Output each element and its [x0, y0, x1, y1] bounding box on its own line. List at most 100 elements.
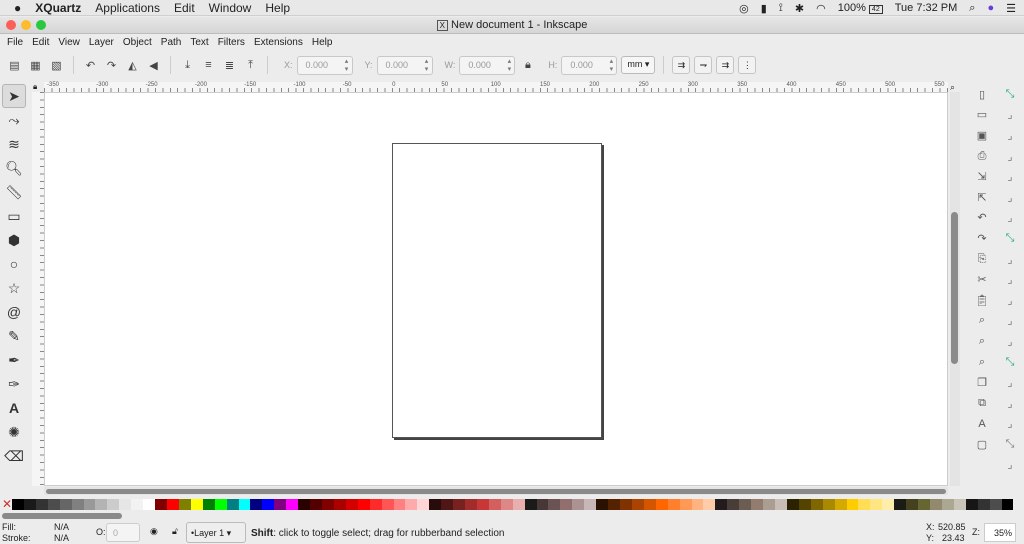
ruler-lock-icon[interactable]: 🔒︎: [33, 82, 37, 92]
scale-corners-toggle[interactable]: ⇁: [694, 56, 713, 74]
color-swatch[interactable]: [381, 499, 394, 510]
rotate-cw-icon[interactable]: ↷: [103, 57, 120, 74]
color-swatch[interactable]: [47, 499, 60, 510]
zoom-selection-icon[interactable]: ⌕: [972, 311, 992, 332]
menu-help[interactable]: Help: [312, 37, 333, 48]
menubar-help[interactable]: Help: [265, 1, 290, 15]
zoom-input[interactable]: 35%: [984, 523, 1016, 542]
save-icon[interactable]: ▣: [972, 125, 992, 146]
rotate-ccw-icon[interactable]: ↶: [82, 57, 99, 74]
redo-icon[interactable]: ↷: [972, 228, 992, 249]
color-swatch[interactable]: [620, 499, 632, 510]
color-swatch[interactable]: [572, 499, 585, 510]
color-swatch[interactable]: [238, 499, 251, 510]
w-input[interactable]: 0.000: [459, 55, 516, 75]
spray-tool-icon[interactable]: ✺: [2, 420, 26, 444]
color-swatch[interactable]: [858, 499, 871, 510]
clock[interactable]: Tue 7:32 PM: [895, 2, 958, 14]
color-swatch[interactable]: [643, 499, 656, 510]
group-icon[interactable]: ▢: [972, 434, 992, 455]
color-swatch[interactable]: [703, 499, 716, 510]
menu-layer[interactable]: Layer: [89, 37, 114, 48]
clone-icon[interactable]: ⧉: [972, 393, 992, 414]
color-swatch[interactable]: [906, 499, 919, 510]
lock-icon[interactable]: 🔒︎: [519, 57, 536, 74]
bookmark-icon[interactable]: ▮: [761, 2, 767, 15]
print-icon[interactable]: ⎙: [972, 146, 992, 167]
snap-toggle-icon[interactable]: ⤡: [1000, 434, 1020, 455]
import-icon[interactable]: ⇲: [972, 166, 992, 187]
color-swatch[interactable]: [405, 499, 418, 510]
duplicate-icon[interactable]: ❐: [972, 372, 992, 393]
menu-extensions[interactable]: Extensions: [254, 37, 303, 48]
transform-patterns-toggle[interactable]: ⋮: [738, 56, 757, 74]
zoom-corner-icon[interactable]: ⌕: [950, 82, 955, 93]
scale-stroke-toggle[interactable]: ⇉: [672, 56, 691, 74]
layer-select[interactable]: •Layer 1 ▾: [186, 522, 246, 543]
color-swatch[interactable]: [977, 499, 990, 510]
text-font-icon[interactable]: A: [972, 414, 992, 435]
color-swatch[interactable]: [822, 499, 835, 510]
snap-toggle-icon[interactable]: ⌟: [1000, 125, 1020, 146]
color-swatch[interactable]: [894, 499, 907, 510]
minimize-button[interactable]: [21, 20, 31, 30]
battery-icon[interactable]: 42: [868, 5, 883, 14]
cut-icon[interactable]: ✂: [972, 269, 992, 290]
color-swatch[interactable]: [286, 499, 299, 510]
color-swatch[interactable]: [143, 499, 156, 510]
color-swatch[interactable]: [35, 499, 48, 510]
color-swatch[interactable]: [500, 499, 513, 510]
wifi-icon[interactable]: ◠: [816, 2, 826, 15]
color-swatch[interactable]: [250, 499, 263, 510]
color-swatch[interactable]: [1001, 499, 1014, 510]
color-swatch[interactable]: [119, 499, 132, 510]
notification-center-icon[interactable]: ☰: [1006, 2, 1016, 15]
menubar-applications[interactable]: Applications: [95, 1, 160, 15]
color-swatch[interactable]: [453, 499, 466, 510]
undo-icon[interactable]: ↶: [972, 208, 992, 229]
color-swatch[interactable]: [584, 499, 597, 510]
menubar-window[interactable]: Window: [209, 1, 252, 15]
zoom-drawing-icon[interactable]: ⌕: [972, 331, 992, 352]
menu-view[interactable]: View: [58, 37, 80, 48]
color-swatch[interactable]: [465, 499, 477, 510]
raise-to-top-icon[interactable]: ⤒: [242, 57, 259, 74]
color-swatch[interactable]: [691, 499, 704, 510]
color-swatch[interactable]: [310, 499, 322, 510]
color-swatch[interactable]: [178, 499, 191, 510]
color-swatch[interactable]: [83, 499, 96, 510]
color-swatch[interactable]: [71, 499, 84, 510]
color-swatch[interactable]: [751, 499, 764, 510]
menu-path[interactable]: Path: [161, 37, 182, 48]
snap-toggle-icon[interactable]: ⌟: [1000, 393, 1020, 414]
color-swatch[interactable]: [882, 499, 895, 510]
no-paint-swatch[interactable]: ✕: [2, 497, 12, 511]
measure-tool-icon[interactable]: 📏︎: [2, 180, 26, 204]
palette-scrollbar[interactable]: [2, 513, 122, 519]
color-swatch[interactable]: [786, 499, 799, 510]
color-swatch[interactable]: [834, 499, 847, 510]
text-tool-icon[interactable]: A: [2, 396, 26, 420]
color-swatch[interactable]: [214, 499, 227, 510]
color-swatch[interactable]: [333, 499, 346, 510]
snap-toggle-icon[interactable]: ⌟: [1000, 455, 1020, 476]
color-swatch[interactable]: [763, 499, 775, 510]
color-swatch[interactable]: [107, 499, 120, 510]
color-swatch[interactable]: [95, 499, 108, 510]
open-icon[interactable]: ▭: [972, 105, 992, 126]
h-input[interactable]: 0.000: [561, 55, 618, 75]
menu-edit[interactable]: Edit: [32, 37, 49, 48]
spiral-tool-icon[interactable]: @: [2, 300, 26, 324]
bluetooth-icon[interactable]: ✱: [795, 2, 804, 15]
snap-toggle-icon[interactable]: ⌟: [1000, 372, 1020, 393]
color-swatch[interactable]: [298, 499, 311, 510]
opacity-input[interactable]: 0: [106, 523, 140, 542]
snap-toggle-icon[interactable]: ⌟: [1000, 331, 1020, 352]
pencil-tool-icon[interactable]: ✎: [2, 324, 26, 348]
horizontal-ruler[interactable]: -350 -300 -250 -200 -150 -100 -50 0 50 100 150 200 2…: [44, 82, 948, 92]
snap-toggle-icon[interactable]: ⌟: [1000, 414, 1020, 435]
stroke-value[interactable]: N/A: [54, 533, 69, 543]
color-swatch[interactable]: [369, 499, 382, 510]
siri-icon[interactable]: ●: [987, 2, 994, 14]
color-swatch[interactable]: [262, 499, 275, 510]
